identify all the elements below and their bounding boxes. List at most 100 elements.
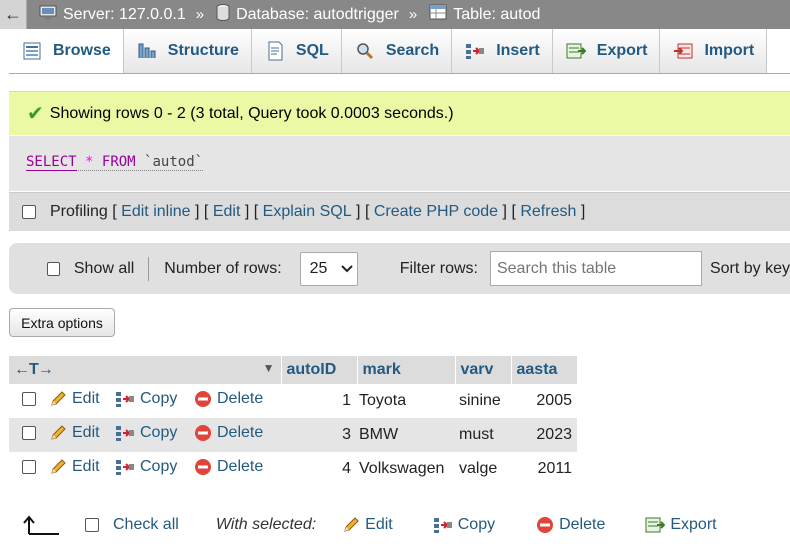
column-header-aasta[interactable]: aasta (511, 356, 578, 384)
check-all-label[interactable]: Check all (113, 516, 179, 534)
bulk-edit-label: Edit (365, 516, 393, 533)
row-delete-label: Delete (217, 389, 264, 407)
bulk-delete-button[interactable]: Delete (536, 516, 605, 534)
refresh-link[interactable]: Refresh (520, 203, 576, 220)
extra-options-button[interactable]: Extra options (9, 308, 115, 337)
cell-varv[interactable]: must (455, 418, 511, 452)
structure-icon (136, 41, 158, 61)
bulk-delete-label: Delete (559, 516, 606, 533)
profiling-bar: Profiling [ Edit inline ] [ Edit ] [ Exp… (9, 192, 790, 231)
breadcrumb-server[interactable]: Server: 127.0.0.1 (39, 4, 186, 25)
tab-search[interactable]: Search (341, 29, 453, 73)
row-copy-label: Copy (140, 423, 178, 441)
profiling-checkbox[interactable] (22, 205, 36, 219)
row-delete-label: Delete (217, 457, 264, 475)
row-copy-button[interactable]: Copy (115, 390, 177, 408)
tab-structure[interactable]: Structure (123, 29, 252, 73)
bulk-copy-button[interactable]: Copy (433, 516, 495, 534)
profiling-label: Profiling (50, 203, 108, 220)
cell-autoid[interactable]: 3 (281, 418, 357, 452)
breadcrumb-database-label[interactable]: Database: autodtrigger (236, 6, 399, 24)
delete-icon (194, 424, 212, 442)
export-icon (645, 516, 666, 534)
sql-keyword-from: FROM (101, 154, 136, 170)
row-copy-label: Copy (140, 457, 178, 475)
copy-icon (115, 390, 135, 408)
cell-varv[interactable]: sinine (455, 384, 511, 418)
row-edit-button[interactable]: Edit (49, 458, 100, 476)
sort-by-key-label: Sort by key (709, 259, 790, 277)
cell-mark[interactable]: Toyota (357, 384, 455, 418)
server-icon (39, 4, 57, 25)
sql-query[interactable]: SELECT * FROM `autod` (26, 154, 204, 171)
row-delete-button[interactable]: Delete (194, 424, 263, 442)
tab-insert[interactable]: Insert (452, 29, 553, 73)
row-delete-button[interactable]: Delete (194, 458, 263, 476)
breadcrumb-table[interactable]: Table: autod (429, 4, 540, 25)
export-icon (565, 41, 587, 61)
cell-mark[interactable]: BMW (357, 418, 455, 452)
check-all-checkbox[interactable] (85, 518, 99, 532)
explain-sql-link[interactable]: Explain SQL (263, 203, 352, 220)
row-copy-button[interactable]: Copy (115, 424, 177, 442)
breadcrumb-separator: » (408, 6, 418, 23)
column-width-arrows-icon[interactable]: ←T→ (14, 361, 54, 378)
back-arrow-icon[interactable]: ← (0, 0, 27, 29)
row-edit-button[interactable]: Edit (49, 390, 100, 408)
bracket: ] (195, 203, 200, 220)
cell-mark[interactable]: Volkswagen (357, 452, 455, 486)
row-delete-button[interactable]: Delete (194, 390, 263, 408)
bulk-export-button[interactable]: Export (645, 516, 717, 534)
tab-sql[interactable]: SQL (251, 29, 342, 73)
edit-inline-link[interactable]: Edit inline (121, 203, 190, 220)
tab-export[interactable]: Export (552, 29, 661, 73)
edit-link[interactable]: Edit (213, 203, 241, 220)
bracket: ] (244, 203, 250, 220)
breadcrumb-server-label[interactable]: Server: 127.0.0.1 (63, 6, 186, 24)
corner-arrow-icon (23, 514, 61, 536)
copy-icon (115, 458, 135, 476)
row-checkbox[interactable] (22, 425, 36, 440)
sort-dropdown-icon[interactable]: ▼ (263, 361, 275, 375)
pencil-icon (342, 516, 360, 534)
pencil-icon (49, 458, 67, 476)
import-icon (672, 41, 694, 61)
tab-browse[interactable]: Browse (9, 29, 124, 73)
bracket: [ (511, 203, 516, 220)
row-copy-button[interactable]: Copy (115, 458, 177, 476)
success-message: ✔ Showing rows 0 - 2 (3 total, Query too… (9, 91, 790, 135)
bulk-copy-label: Copy (457, 516, 496, 533)
bulk-export-label: Export (670, 516, 717, 533)
sql-keyword-select: SELECT (26, 154, 77, 171)
cell-varv[interactable]: valge (455, 452, 511, 486)
bulk-edit-button[interactable]: Edit (342, 516, 393, 534)
delete-icon (194, 458, 212, 476)
show-all-checkbox[interactable] (47, 261, 60, 276)
filter-rows-input[interactable] (489, 251, 702, 286)
cell-autoid[interactable]: 1 (281, 384, 357, 418)
cell-aasta[interactable]: 2011 (511, 452, 577, 486)
rows-per-page-select[interactable]: 25 (299, 251, 358, 286)
tab-export-label: Export (596, 42, 648, 59)
row-checkbox[interactable] (22, 391, 36, 406)
row-checkbox[interactable] (22, 459, 36, 474)
column-header-varv[interactable]: varv (455, 356, 512, 384)
cell-aasta[interactable]: 2023 (511, 418, 577, 452)
create-php-code-link[interactable]: Create PHP code (374, 203, 498, 220)
filter-rows-label: Filter rows: (399, 259, 478, 277)
column-header-mark[interactable]: mark (357, 356, 456, 384)
show-all-label[interactable]: Show all (74, 260, 134, 278)
bracket: [ (203, 203, 209, 220)
breadcrumb-database[interactable]: Database: autodtrigger (216, 3, 399, 26)
bracket: ] (580, 203, 586, 220)
row-edit-button[interactable]: Edit (49, 424, 100, 442)
tab-import[interactable]: Import (660, 29, 768, 73)
column-header-autoid[interactable]: autoID (281, 356, 358, 384)
tab-sql-label: SQL (295, 42, 329, 59)
breadcrumb-table-label[interactable]: Table: autod (453, 6, 540, 24)
number-of-rows-label: Number of rows: (164, 259, 282, 277)
browse-icon (21, 41, 43, 61)
cell-autoid[interactable]: 4 (281, 452, 357, 486)
cell-aasta[interactable]: 2005 (511, 384, 577, 418)
copy-icon (115, 424, 135, 442)
